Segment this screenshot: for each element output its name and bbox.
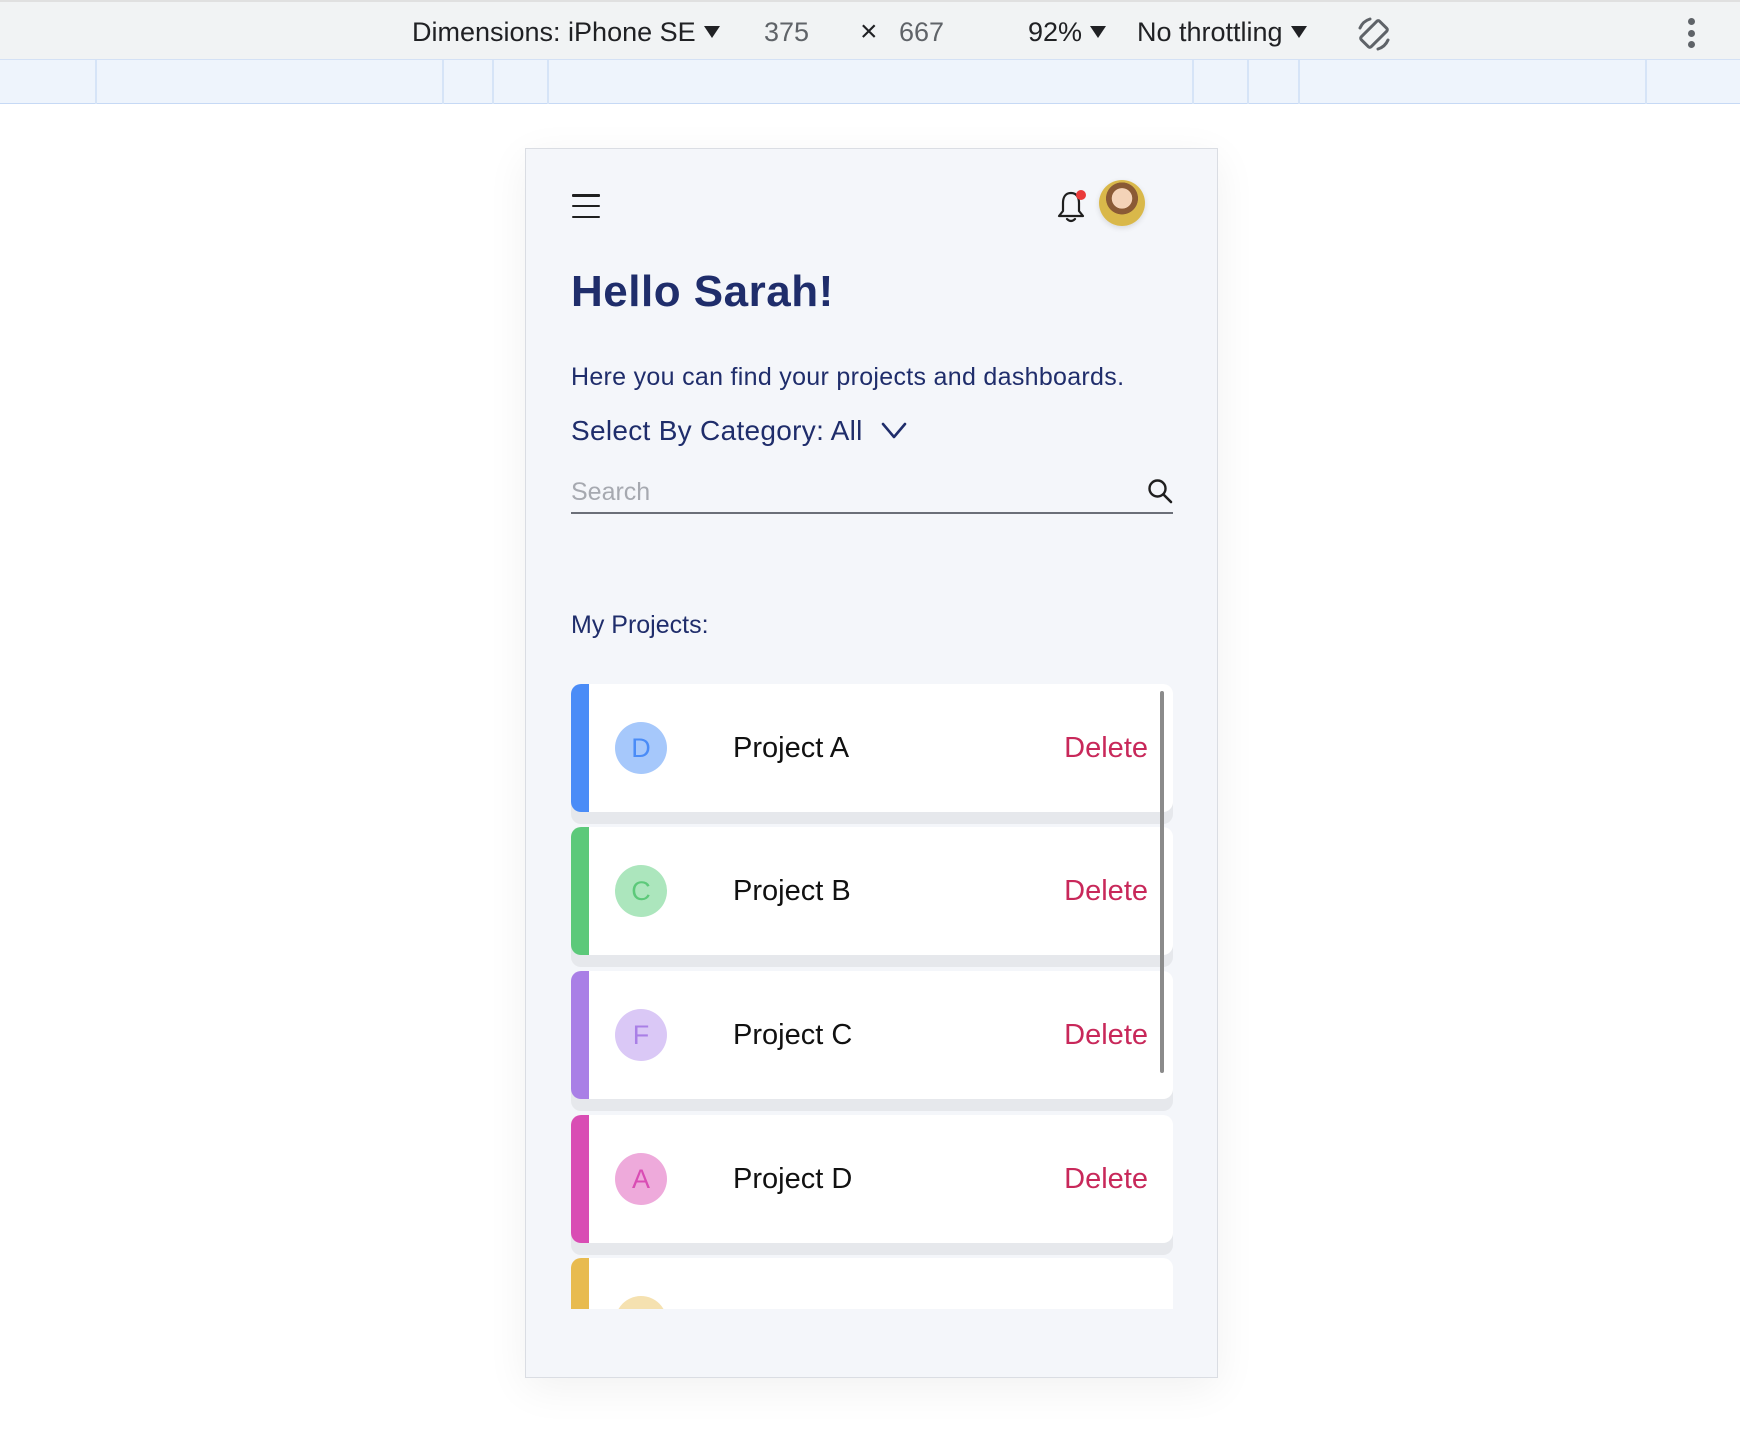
category-select[interactable]: Select By Category: All [571,415,907,447]
chevron-down-icon [881,422,907,439]
delete-button[interactable]: Delete [1064,971,1148,1099]
zoom-dropdown[interactable]: 92% [1028,2,1107,62]
zoom-label: 92% [1028,16,1083,47]
project-initial-badge [615,1296,667,1309]
delete-button[interactable]: Delete [1064,827,1148,955]
project-color-bar [571,971,589,1099]
device-viewport: Hello Sarah! Here you can find your proj… [525,148,1218,1378]
category-select-label: Select By Category: All [571,415,863,446]
media-query-ruler [0,60,1740,104]
project-card[interactable]: A Project D Delete [571,1115,1173,1243]
search-bar [571,474,1173,514]
project-card[interactable]: F Project C Delete [571,971,1173,1099]
throttling-label: No throttling [1137,16,1283,47]
dropdown-arrow-icon [703,26,720,38]
project-color-bar [571,1258,589,1309]
viewport-width-field[interactable]: 375 [764,2,809,62]
project-initial-badge: D [615,722,667,774]
project-list: D Project A Delete C Project B Delete F … [571,684,1173,1309]
avatar[interactable] [1099,180,1145,226]
delete-button[interactable]: Delete [1064,1115,1148,1243]
notification-dot [1076,190,1086,200]
viewport-width-value: 375 [764,16,810,47]
rotate-icon[interactable] [1354,14,1394,54]
project-color-bar [571,684,589,812]
search-input[interactable] [571,474,1131,510]
devtools-toolbar: Dimensions: iPhone SE 375 × 667 92% No t… [0,0,1740,60]
device-dimensions-dropdown[interactable]: Dimensions: iPhone SE [412,2,720,62]
project-initial-badge: A [615,1153,667,1205]
delete-button[interactable]: Delete [1064,684,1148,812]
search-icon[interactable] [1147,478,1173,504]
list-scrollbar[interactable] [1160,691,1164,1073]
dropdown-arrow-icon [1090,26,1107,38]
menu-icon[interactable] [572,194,600,218]
project-color-bar [571,827,589,955]
more-options-icon[interactable] [1684,18,1698,48]
project-name: Project B [733,874,851,907]
project-name: Project A [733,731,850,764]
project-name: Project D [733,1162,853,1195]
dropdown-arrow-icon [1290,26,1307,38]
viewport-height-value: 667 [899,16,945,47]
project-color-bar [571,1115,589,1243]
device-dimensions-label: Dimensions: iPhone SE [412,16,696,47]
page-title: Hello Sarah! [571,267,834,316]
page-subtitle: Here you can find your projects and dash… [571,363,1125,391]
project-name: Project C [733,1018,853,1051]
project-card[interactable]: C Project B Delete [571,827,1173,955]
project-initial-badge: C [615,865,667,917]
notification-button[interactable] [1056,189,1086,223]
section-title: My Projects: [571,611,709,639]
throttling-dropdown[interactable]: No throttling [1137,2,1307,62]
project-card[interactable] [571,1258,1173,1309]
project-initial-badge: F [615,1009,667,1061]
viewport-height-field[interactable]: 667 [899,2,944,62]
times-icon: × [860,15,878,48]
project-card[interactable]: D Project A Delete [571,684,1173,812]
